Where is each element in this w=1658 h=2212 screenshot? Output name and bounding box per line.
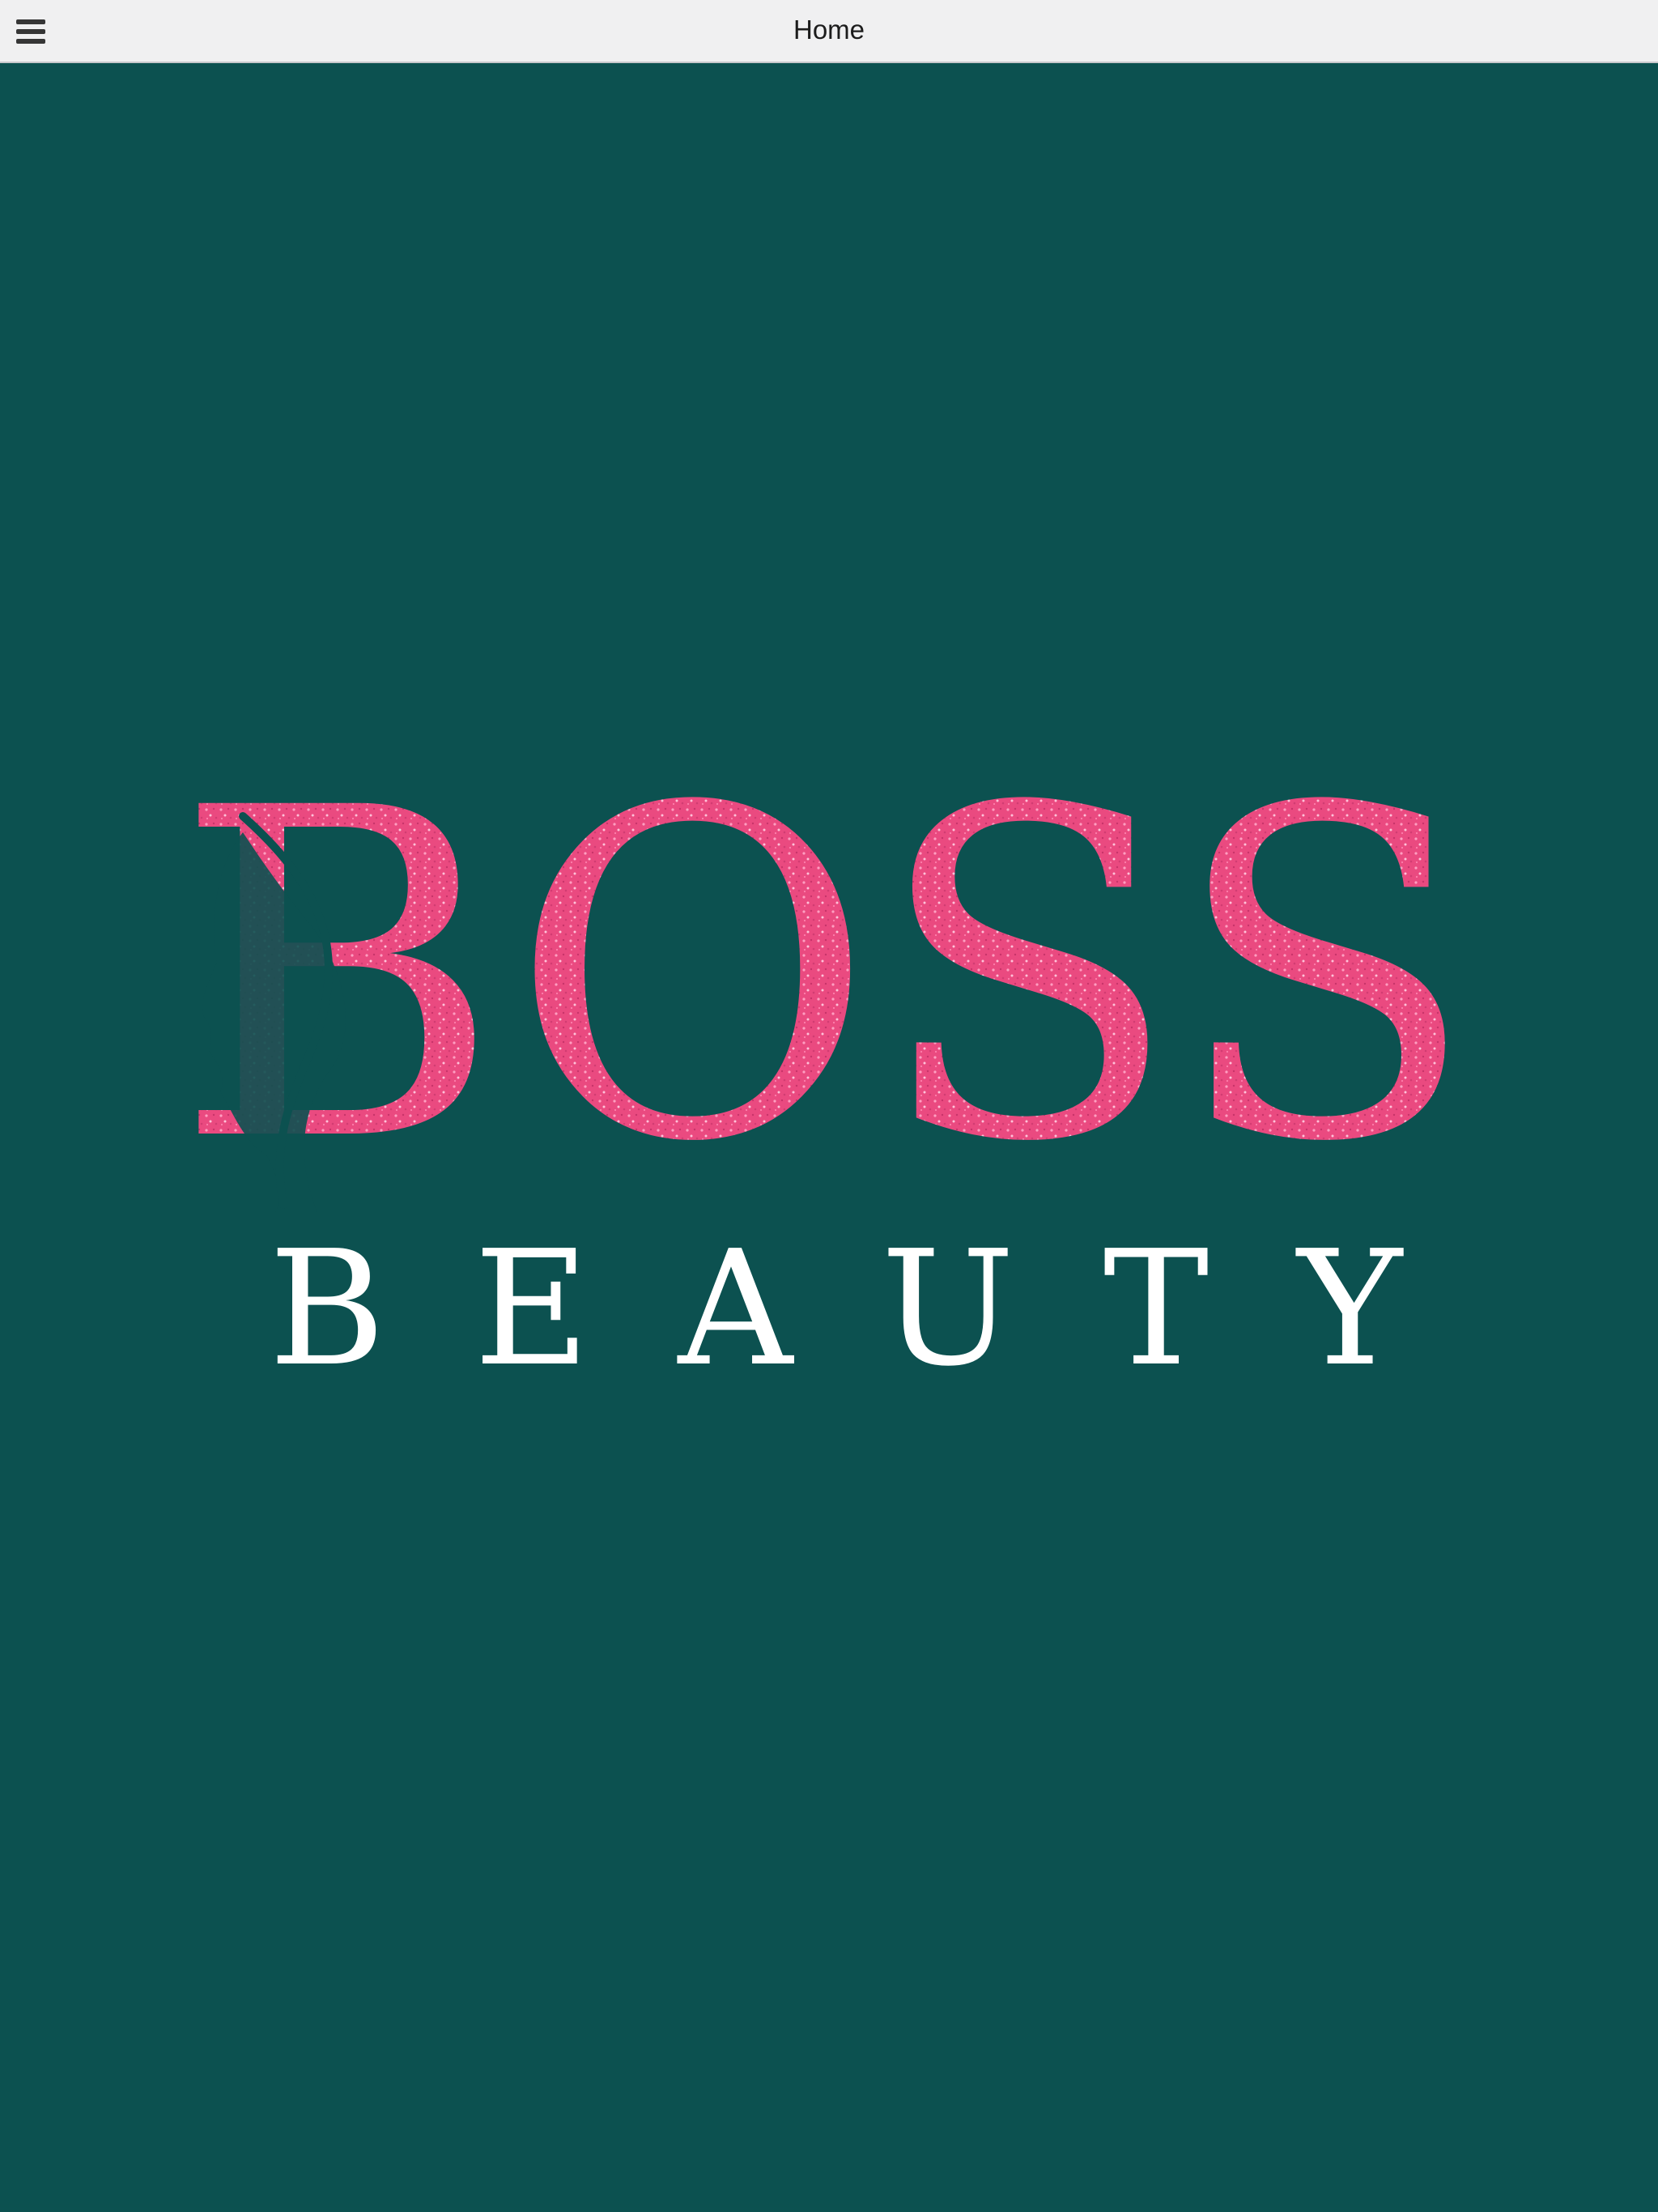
- app-root: Home BOSS BEAUTY: [0, 0, 1658, 2212]
- logo-wordmark-text: BOSS: [174, 713, 1477, 1241]
- page-title: Home: [793, 15, 865, 45]
- menu-button[interactable]: [11, 13, 52, 50]
- logo-graphic: BOSS BEAUTY: [174, 713, 1477, 1402]
- main-content: BOSS BEAUTY: [0, 63, 1658, 2212]
- boss-beauty-logo: BOSS BEAUTY: [0, 63, 1658, 2212]
- logo-tagline-text: BEAUTY: [269, 1217, 1405, 1402]
- hamburger-menu-icon: [16, 19, 45, 44]
- logo-wordmark: BOSS: [174, 713, 1477, 1241]
- top-navigation-bar: Home: [0, 0, 1658, 63]
- logo-tagline: BEAUTY: [269, 1217, 1405, 1402]
